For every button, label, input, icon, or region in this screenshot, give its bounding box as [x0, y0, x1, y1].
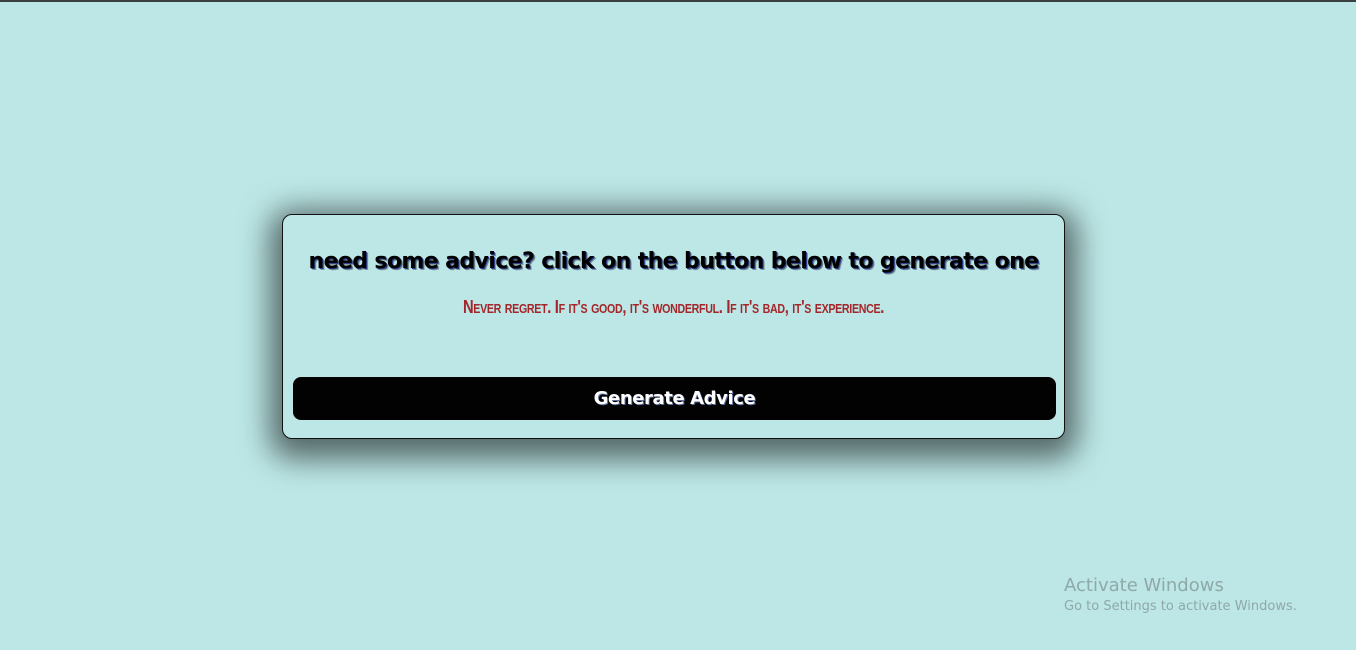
activate-windows-watermark: Activate Windows Go to Settings to activ…: [1064, 575, 1297, 617]
watermark-subtitle: Go to Settings to activate Windows.: [1064, 599, 1297, 614]
advice-card: need some advice? click on the button be…: [282, 214, 1065, 439]
advice-text: Never regret. If it's good, it's wonderf…: [462, 297, 885, 317]
generate-advice-button[interactable]: Generate Advice: [293, 377, 1056, 420]
window-top-border: [0, 0, 1356, 2]
watermark-title: Activate Windows: [1064, 575, 1224, 596]
page-heading: need some advice? click on the button be…: [308, 249, 1040, 274]
